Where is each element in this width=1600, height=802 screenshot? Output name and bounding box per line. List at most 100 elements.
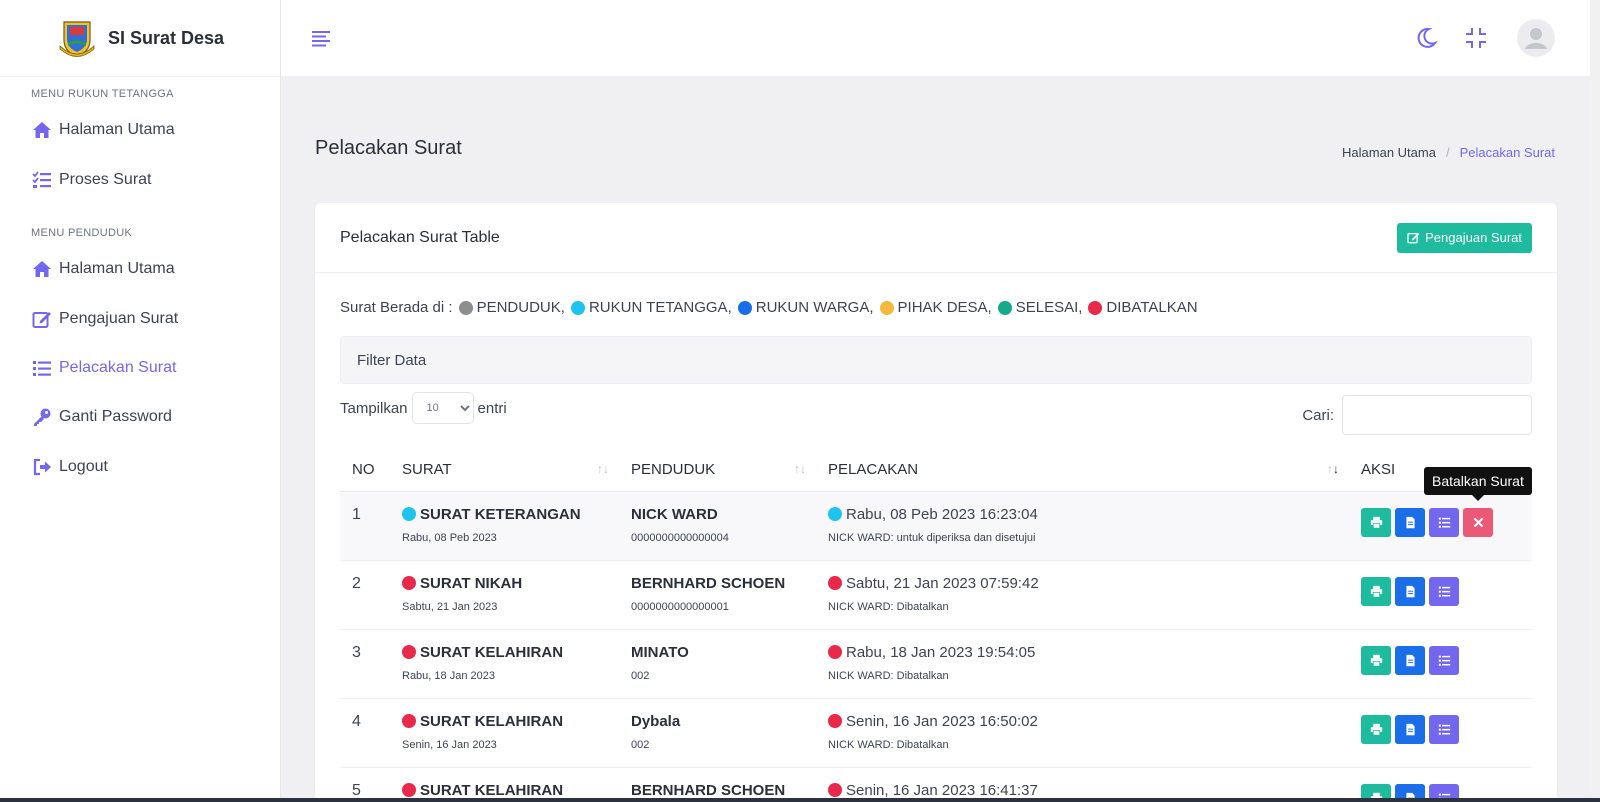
show-label: Tampilkan — [340, 399, 408, 417]
surat-date: Rabu, 18 Jan 2023 — [402, 669, 495, 682]
print-button[interactable] — [1361, 645, 1391, 675]
row-actions — [1361, 713, 1532, 744]
status-dot — [402, 576, 416, 590]
checklist-icon — [31, 169, 53, 191]
fullscreen-exit-icon[interactable] — [1463, 25, 1489, 51]
detail-list-button[interactable] — [1429, 507, 1459, 537]
brand-name: SI Surat Desa — [108, 27, 225, 48]
print-button[interactable] — [1361, 507, 1391, 537]
surat-type: SURAT KETERANGAN — [402, 506, 619, 523]
list-icon — [1438, 654, 1451, 667]
card-title: Pelacakan Surat Table — [340, 228, 500, 246]
sidebar-item-label: Halaman Utama — [59, 120, 175, 138]
sidebar-item-label: Proses Surat — [59, 170, 152, 188]
page-scrollbar[interactable] — [1590, 0, 1600, 802]
pelacakan-time: Sabtu, 21 Jan 2023 07:59:42 — [828, 575, 1349, 592]
status-dot — [570, 300, 585, 315]
sidebar-item-pengajuan-surat[interactable]: Pengajuan Surat — [0, 294, 280, 343]
search-control: Cari: — [1302, 395, 1532, 435]
pelacakan-note: NICK WARD: Dibatalkan — [828, 738, 949, 751]
sidebar-item-label: Halaman Utama — [59, 259, 175, 277]
close-icon — [1472, 516, 1485, 529]
topbar — [281, 0, 1590, 77]
penduduk-name: BERNHARD SCHOEN — [631, 781, 786, 799]
logout-icon — [31, 456, 53, 478]
user-avatar[interactable] — [1517, 19, 1555, 57]
row-number: 1 — [352, 505, 361, 523]
row-actions — [1361, 506, 1532, 537]
menu-toggle-icon[interactable] — [312, 29, 332, 47]
entries-label: entri — [477, 399, 507, 417]
document-button[interactable] — [1395, 576, 1425, 606]
status-dot — [997, 300, 1012, 315]
legend-item-label: RUKUN WARGA, — [755, 299, 874, 316]
pengajuan-surat-button[interactable]: Pengajuan Surat — [1397, 222, 1532, 253]
penduduk-nik: 002 — [631, 669, 650, 682]
surat-date: Sabtu, 21 Jan 2023 — [402, 600, 498, 613]
detail-list-button[interactable] — [1429, 576, 1459, 606]
pelacakan-time-label: Rabu, 08 Peb 2023 16:23:04 — [846, 505, 1038, 523]
list-icon — [1438, 723, 1451, 736]
legend-item: PIHAK DESA, — [879, 299, 992, 316]
pelacakan-time: Senin, 16 Jan 2023 16:41:37 — [828, 782, 1349, 799]
pengajuan-surat-label: Pengajuan Surat — [1425, 230, 1522, 245]
print-icon — [1370, 585, 1383, 598]
row-number: 2 — [352, 574, 361, 592]
penduduk-name: MINATO — [631, 643, 689, 661]
filter-data-panel[interactable]: Filter Data — [340, 336, 1532, 384]
column-header-no[interactable]: NO — [340, 448, 390, 492]
surat-type-label: SURAT KELAHIRAN — [420, 781, 564, 799]
document-button[interactable] — [1395, 507, 1425, 537]
legend-item: RUKUN TETANGGA, — [570, 299, 732, 316]
column-header-pelacakan[interactable]: PELACAKAN ↑↓ — [816, 448, 1349, 492]
document-icon — [1404, 654, 1417, 667]
document-button[interactable] — [1395, 714, 1425, 744]
cancel-surat-button[interactable] — [1463, 507, 1493, 537]
penduduk-name: Dybala — [631, 712, 681, 730]
status-dot — [737, 300, 752, 315]
detail-list-button[interactable] — [1429, 714, 1459, 744]
sidebar-item-pelacakan-surat[interactable]: Pelacakan Surat — [0, 343, 280, 392]
home-icon — [31, 258, 53, 280]
legend-item-label: SELESAI, — [1015, 299, 1083, 316]
table-row: 4 SURAT KELAHIRAN Senin, 16 Jan 2023 Dybala… — [340, 698, 1532, 768]
status-dot — [1088, 300, 1103, 315]
pelacakan-time-label: Sabtu, 21 Jan 2023 07:59:42 — [846, 574, 1039, 592]
status-dot — [828, 645, 842, 659]
status-dot — [828, 507, 842, 521]
row-number: 5 — [352, 781, 361, 799]
village-emblem-icon — [59, 21, 95, 57]
print-button[interactable] — [1361, 714, 1391, 744]
status-dot — [402, 645, 416, 659]
sidebar-item-ganti-password[interactable]: Ganti Password — [0, 392, 280, 441]
sidebar-item-proses-surat[interactable]: Proses Surat — [0, 155, 280, 204]
edit-icon — [31, 308, 53, 330]
page-length-select[interactable]: 10 — [411, 392, 474, 424]
moon-icon[interactable] — [1413, 25, 1439, 51]
sidebar-item-label: Ganti Password — [59, 407, 172, 425]
pelacakan-note: NICK WARD: untuk diperiksa dan disetujui — [828, 531, 1036, 544]
filter-data-label: Filter Data — [357, 351, 427, 369]
sidebar-item-halaman-utama-rt[interactable]: Halaman Utama — [0, 105, 280, 154]
surat-type-label: SURAT KETERANGAN — [420, 505, 581, 523]
legend-item-label: RUKUN TETANGGA, — [588, 299, 732, 316]
breadcrumb-separator: / — [1445, 145, 1450, 160]
sidebar-item-halaman-utama[interactable]: Halaman Utama — [0, 244, 280, 293]
pelacakan-time: Rabu, 18 Jan 2023 19:54:05 — [828, 644, 1349, 661]
column-header-surat[interactable]: SURAT ↑↓ — [390, 448, 619, 492]
document-button[interactable] — [1395, 645, 1425, 675]
penduduk-nik: 0000000000000004 — [631, 531, 729, 544]
search-input[interactable] — [1342, 395, 1532, 435]
brand[interactable]: SI Surat Desa — [0, 0, 280, 77]
menu-section-title: MENU RUKUN TETANGGA — [31, 88, 174, 100]
print-button[interactable] — [1361, 576, 1391, 606]
document-icon — [1404, 585, 1417, 598]
column-header-penduduk[interactable]: PENDUDUK ↑↓ — [619, 448, 816, 492]
sidebar-item-label: Pengajuan Surat — [59, 309, 179, 327]
legend-item-label: PIHAK DESA, — [897, 299, 992, 316]
breadcrumb-home[interactable]: Halaman Utama — [1342, 145, 1436, 160]
pelacakan-note: NICK WARD: Dibatalkan — [828, 669, 949, 682]
detail-list-button[interactable] — [1429, 645, 1459, 675]
sidebar-item-logout[interactable]: Logout — [0, 442, 280, 491]
tracking-card: Pelacakan Surat Table Pengajuan Surat Su… — [315, 203, 1557, 802]
